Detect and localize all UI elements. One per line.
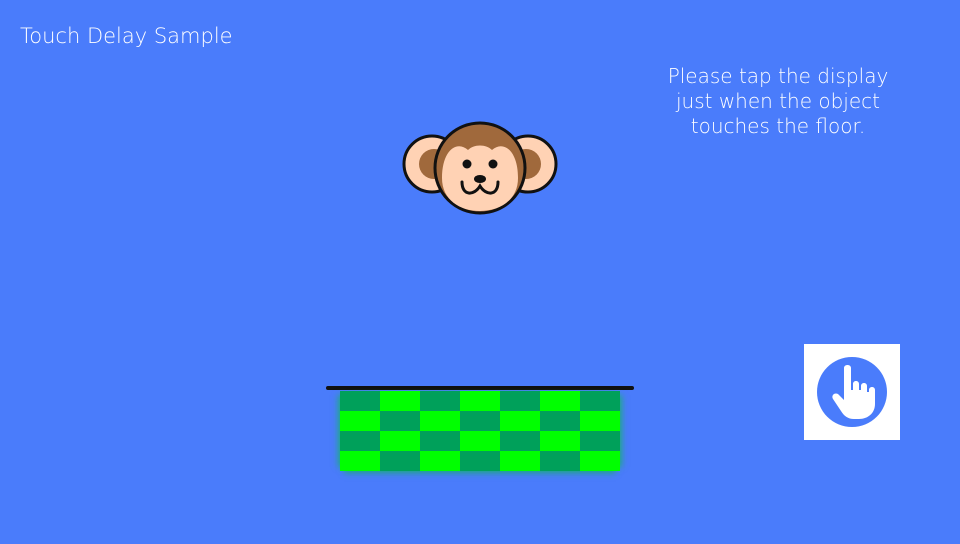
- floor-tile: [380, 431, 420, 451]
- app-title: Touch Delay Sample: [20, 24, 233, 48]
- floor-tile: [580, 451, 620, 471]
- game-screen[interactable]: Touch Delay Sample Please tap the displa…: [0, 0, 960, 544]
- floor-tile: [340, 451, 380, 471]
- instructions-text: Please tap the display just when the obj…: [667, 64, 889, 138]
- floor-tile: [540, 411, 580, 431]
- floor-tile: [580, 391, 620, 411]
- floor-tile: [540, 451, 580, 471]
- floor-tile: [500, 431, 540, 451]
- floor-tile: [420, 411, 460, 431]
- floor-tile: [460, 431, 500, 451]
- tap-button[interactable]: [804, 344, 900, 440]
- floor-tile: [380, 411, 420, 431]
- floor-tile: [380, 451, 420, 471]
- floor-tile: [420, 451, 460, 471]
- floor-tile: [580, 411, 620, 431]
- floor-tile: [460, 391, 500, 411]
- floor-tile: [540, 431, 580, 451]
- floor-tile: [340, 391, 380, 411]
- floor-tile: [500, 391, 540, 411]
- floor-edge-line: [326, 386, 634, 390]
- floor-tile: [540, 391, 580, 411]
- floor-tile: [500, 411, 540, 431]
- floor-tile: [500, 451, 540, 471]
- monkey-face-icon: [402, 120, 558, 216]
- floor-tile: [420, 431, 460, 451]
- floor-tile: [380, 391, 420, 411]
- floor-tile: [420, 391, 460, 411]
- floor-tile: [460, 451, 500, 471]
- floor-tile: [340, 431, 380, 451]
- floor-tile: [340, 411, 380, 431]
- hand-tap-icon: [817, 357, 887, 427]
- floor-tile: [460, 411, 500, 431]
- floor-checkerboard: [340, 391, 620, 471]
- floor-tile: [580, 431, 620, 451]
- floor: [326, 386, 634, 474]
